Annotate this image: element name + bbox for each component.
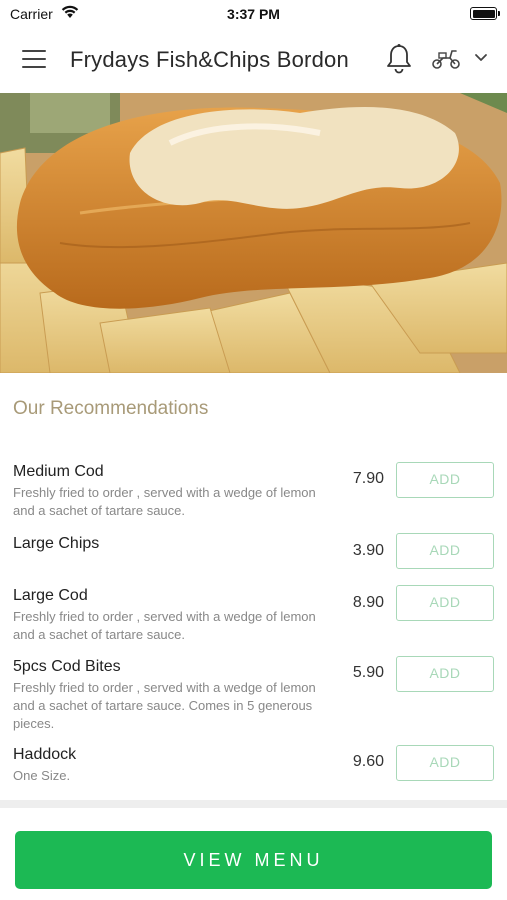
- item-name: Large Chips: [13, 535, 100, 552]
- divider: [0, 800, 507, 808]
- item-description: Freshly fried to order , served with a w…: [13, 485, 316, 518]
- bell-icon[interactable]: [385, 43, 413, 75]
- clock: 3:37 PM: [227, 6, 280, 22]
- item-price: 8.90: [352, 594, 384, 611]
- scooter-icon[interactable]: [431, 48, 461, 70]
- fish-and-chips-image: [0, 93, 507, 373]
- status-bar: Carrier 3:37 PM: [0, 0, 507, 26]
- add-button[interactable]: ADD: [396, 533, 494, 569]
- view-menu-button[interactable]: VIEW MENU: [15, 831, 492, 889]
- add-button[interactable]: ADD: [396, 462, 494, 498]
- add-button[interactable]: ADD: [396, 745, 494, 781]
- battery-icon: [470, 7, 500, 20]
- hero-food-image: [0, 93, 507, 373]
- item-name: Large Cod: [13, 587, 88, 604]
- app-header: Frydays Fish&Chips Bordon: [0, 26, 507, 93]
- item-price: 9.60: [352, 753, 384, 770]
- item-description: Freshly fried to order , served with a w…: [13, 680, 316, 731]
- add-button[interactable]: ADD: [396, 656, 494, 692]
- item-price: 3.90: [352, 542, 384, 559]
- page-title: Frydays Fish&Chips Bordon: [70, 47, 349, 72]
- item-name: Haddock: [13, 746, 77, 763]
- item-price: 5.90: [352, 664, 384, 681]
- item-price: 7.90: [352, 470, 384, 487]
- item-description: Freshly fried to order , served with a w…: [13, 609, 316, 642]
- add-button[interactable]: ADD: [396, 585, 494, 621]
- chevron-down-icon[interactable]: [474, 53, 488, 63]
- menu-icon[interactable]: [22, 50, 46, 68]
- item-description: One Size.: [13, 768, 71, 783]
- item-name: 5pcs Cod Bites: [13, 658, 121, 675]
- item-name: Medium Cod: [13, 463, 104, 480]
- section-title: Our Recommendations: [13, 398, 209, 419]
